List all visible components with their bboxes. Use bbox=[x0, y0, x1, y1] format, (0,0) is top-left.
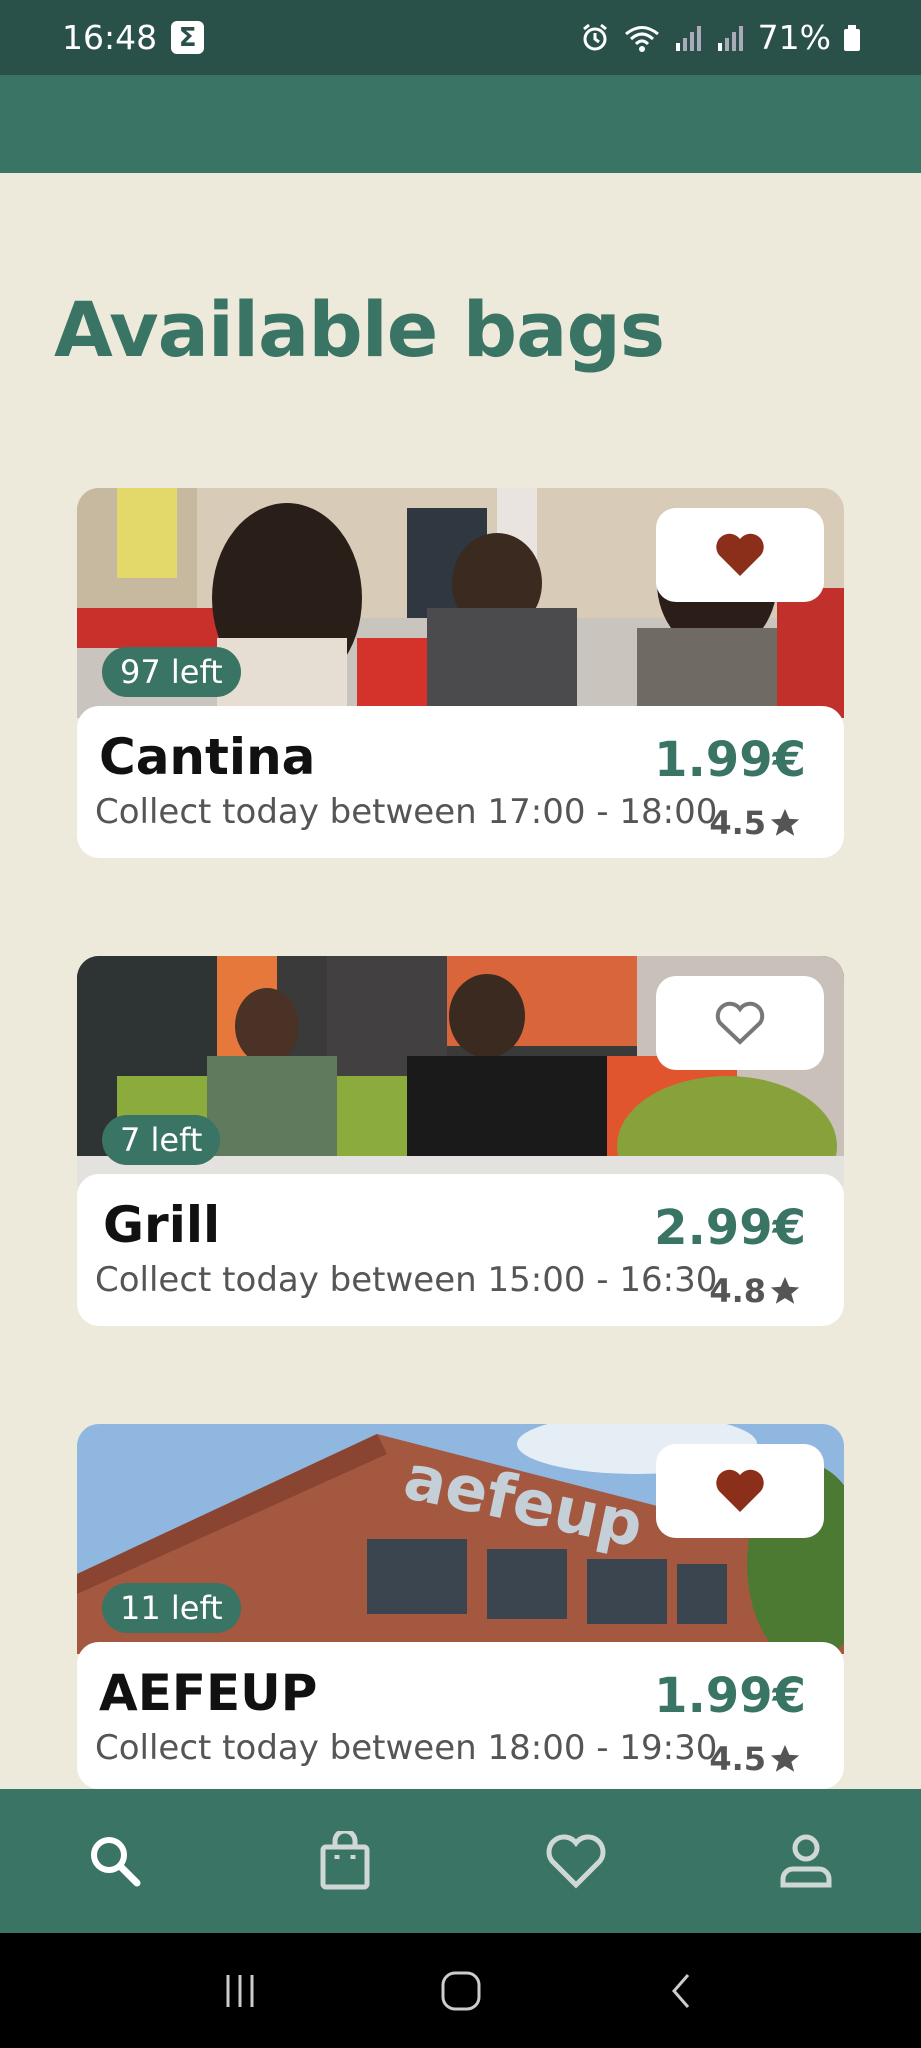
bag-name: Cantina bbox=[99, 728, 316, 786]
bag-info: AEFEUP Collect today between 18:00 - 19:… bbox=[77, 1642, 844, 1789]
favorite-button[interactable] bbox=[656, 976, 824, 1070]
star-icon bbox=[770, 808, 800, 836]
bag-price: 1.99€ bbox=[654, 732, 806, 788]
nav-bag[interactable] bbox=[285, 1811, 405, 1911]
heart-filled-icon bbox=[716, 533, 764, 576]
nav-search[interactable] bbox=[55, 1811, 175, 1911]
bottom-nav bbox=[0, 1789, 921, 1933]
bag-card-cantina[interactable]: 97 left Cantina Collect today between 17… bbox=[77, 488, 844, 858]
search-icon bbox=[91, 1837, 141, 1887]
battery-percent: 71% bbox=[757, 18, 831, 57]
heart-outline-icon bbox=[715, 1001, 765, 1045]
nav-profile[interactable] bbox=[746, 1811, 866, 1911]
star-icon bbox=[770, 1276, 800, 1304]
bag-price: 2.99€ bbox=[654, 1200, 806, 1256]
status-bar: 16:48 Σ 71% bbox=[0, 0, 921, 75]
battery-icon bbox=[844, 24, 860, 51]
star-icon bbox=[770, 1744, 800, 1772]
bags-left-badge: 7 left bbox=[102, 1115, 221, 1165]
bag-rating: 4.8 bbox=[709, 1272, 802, 1310]
nav-favorites[interactable] bbox=[516, 1811, 636, 1911]
alarm-icon bbox=[582, 23, 607, 50]
wifi-icon bbox=[624, 25, 659, 52]
bags-left-badge: 11 left bbox=[102, 1583, 241, 1633]
page-title: Available bags bbox=[54, 285, 665, 374]
profile-icon bbox=[780, 1834, 832, 1888]
bag-rating: 4.5 bbox=[709, 1740, 802, 1778]
bag-card-aefeup[interactable]: aefeup 11 left AEFEUP Collect today betw… bbox=[77, 1424, 844, 1789]
system-nav-bar bbox=[0, 1933, 921, 2048]
back-icon[interactable] bbox=[662, 1971, 702, 2011]
status-time: 16:48 bbox=[62, 18, 158, 57]
signal-icon bbox=[675, 25, 701, 51]
rating-value: 4.5 bbox=[709, 804, 766, 842]
shopping-bag-icon bbox=[320, 1831, 370, 1890]
bag-info: Grill Collect today between 15:00 - 16:3… bbox=[77, 1174, 844, 1326]
collect-time: Collect today between 18:00 - 19:30 bbox=[95, 1728, 718, 1768]
app-header bbox=[0, 75, 921, 173]
bag-info: Cantina Collect today between 17:00 - 18… bbox=[77, 706, 844, 858]
heart-outline-icon bbox=[546, 1834, 606, 1889]
bag-price: 1.99€ bbox=[654, 1668, 806, 1724]
recent-apps-icon[interactable] bbox=[220, 1971, 260, 2011]
sigma-notification-icon: Σ bbox=[171, 21, 205, 54]
bag-name: AEFEUP bbox=[99, 1664, 318, 1722]
bag-card-grill[interactable]: 7 left Grill Collect today between 15:00… bbox=[77, 956, 844, 1326]
signal-icon-2 bbox=[717, 25, 743, 51]
collect-time: Collect today between 17:00 - 18:00 bbox=[95, 792, 718, 832]
collect-time: Collect today between 15:00 - 16:30 bbox=[95, 1260, 718, 1300]
rating-value: 4.8 bbox=[709, 1272, 766, 1310]
favorite-button[interactable] bbox=[656, 508, 824, 602]
bag-rating: 4.5 bbox=[709, 804, 802, 842]
bag-name: Grill bbox=[103, 1196, 221, 1254]
home-icon[interactable] bbox=[439, 1969, 483, 2013]
bags-left-badge: 97 left bbox=[102, 647, 241, 697]
heart-filled-icon bbox=[716, 1469, 764, 1512]
rating-value: 4.5 bbox=[709, 1740, 766, 1778]
favorite-button[interactable] bbox=[656, 1444, 824, 1538]
